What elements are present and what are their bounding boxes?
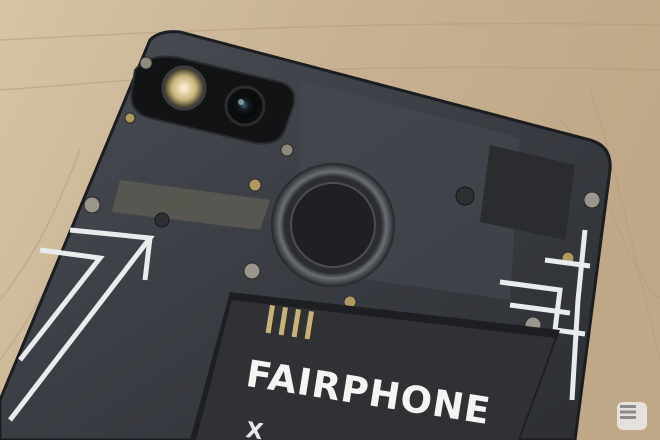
- fingerprint-sensor-icon: [290, 182, 376, 268]
- watermark-e-icon: [620, 405, 636, 419]
- photo-scene: FAIRPHONE X: [0, 0, 660, 440]
- watermark-logo: [617, 402, 647, 430]
- camera-lens-icon: [233, 94, 257, 118]
- battery-label-partial: X: [244, 418, 265, 440]
